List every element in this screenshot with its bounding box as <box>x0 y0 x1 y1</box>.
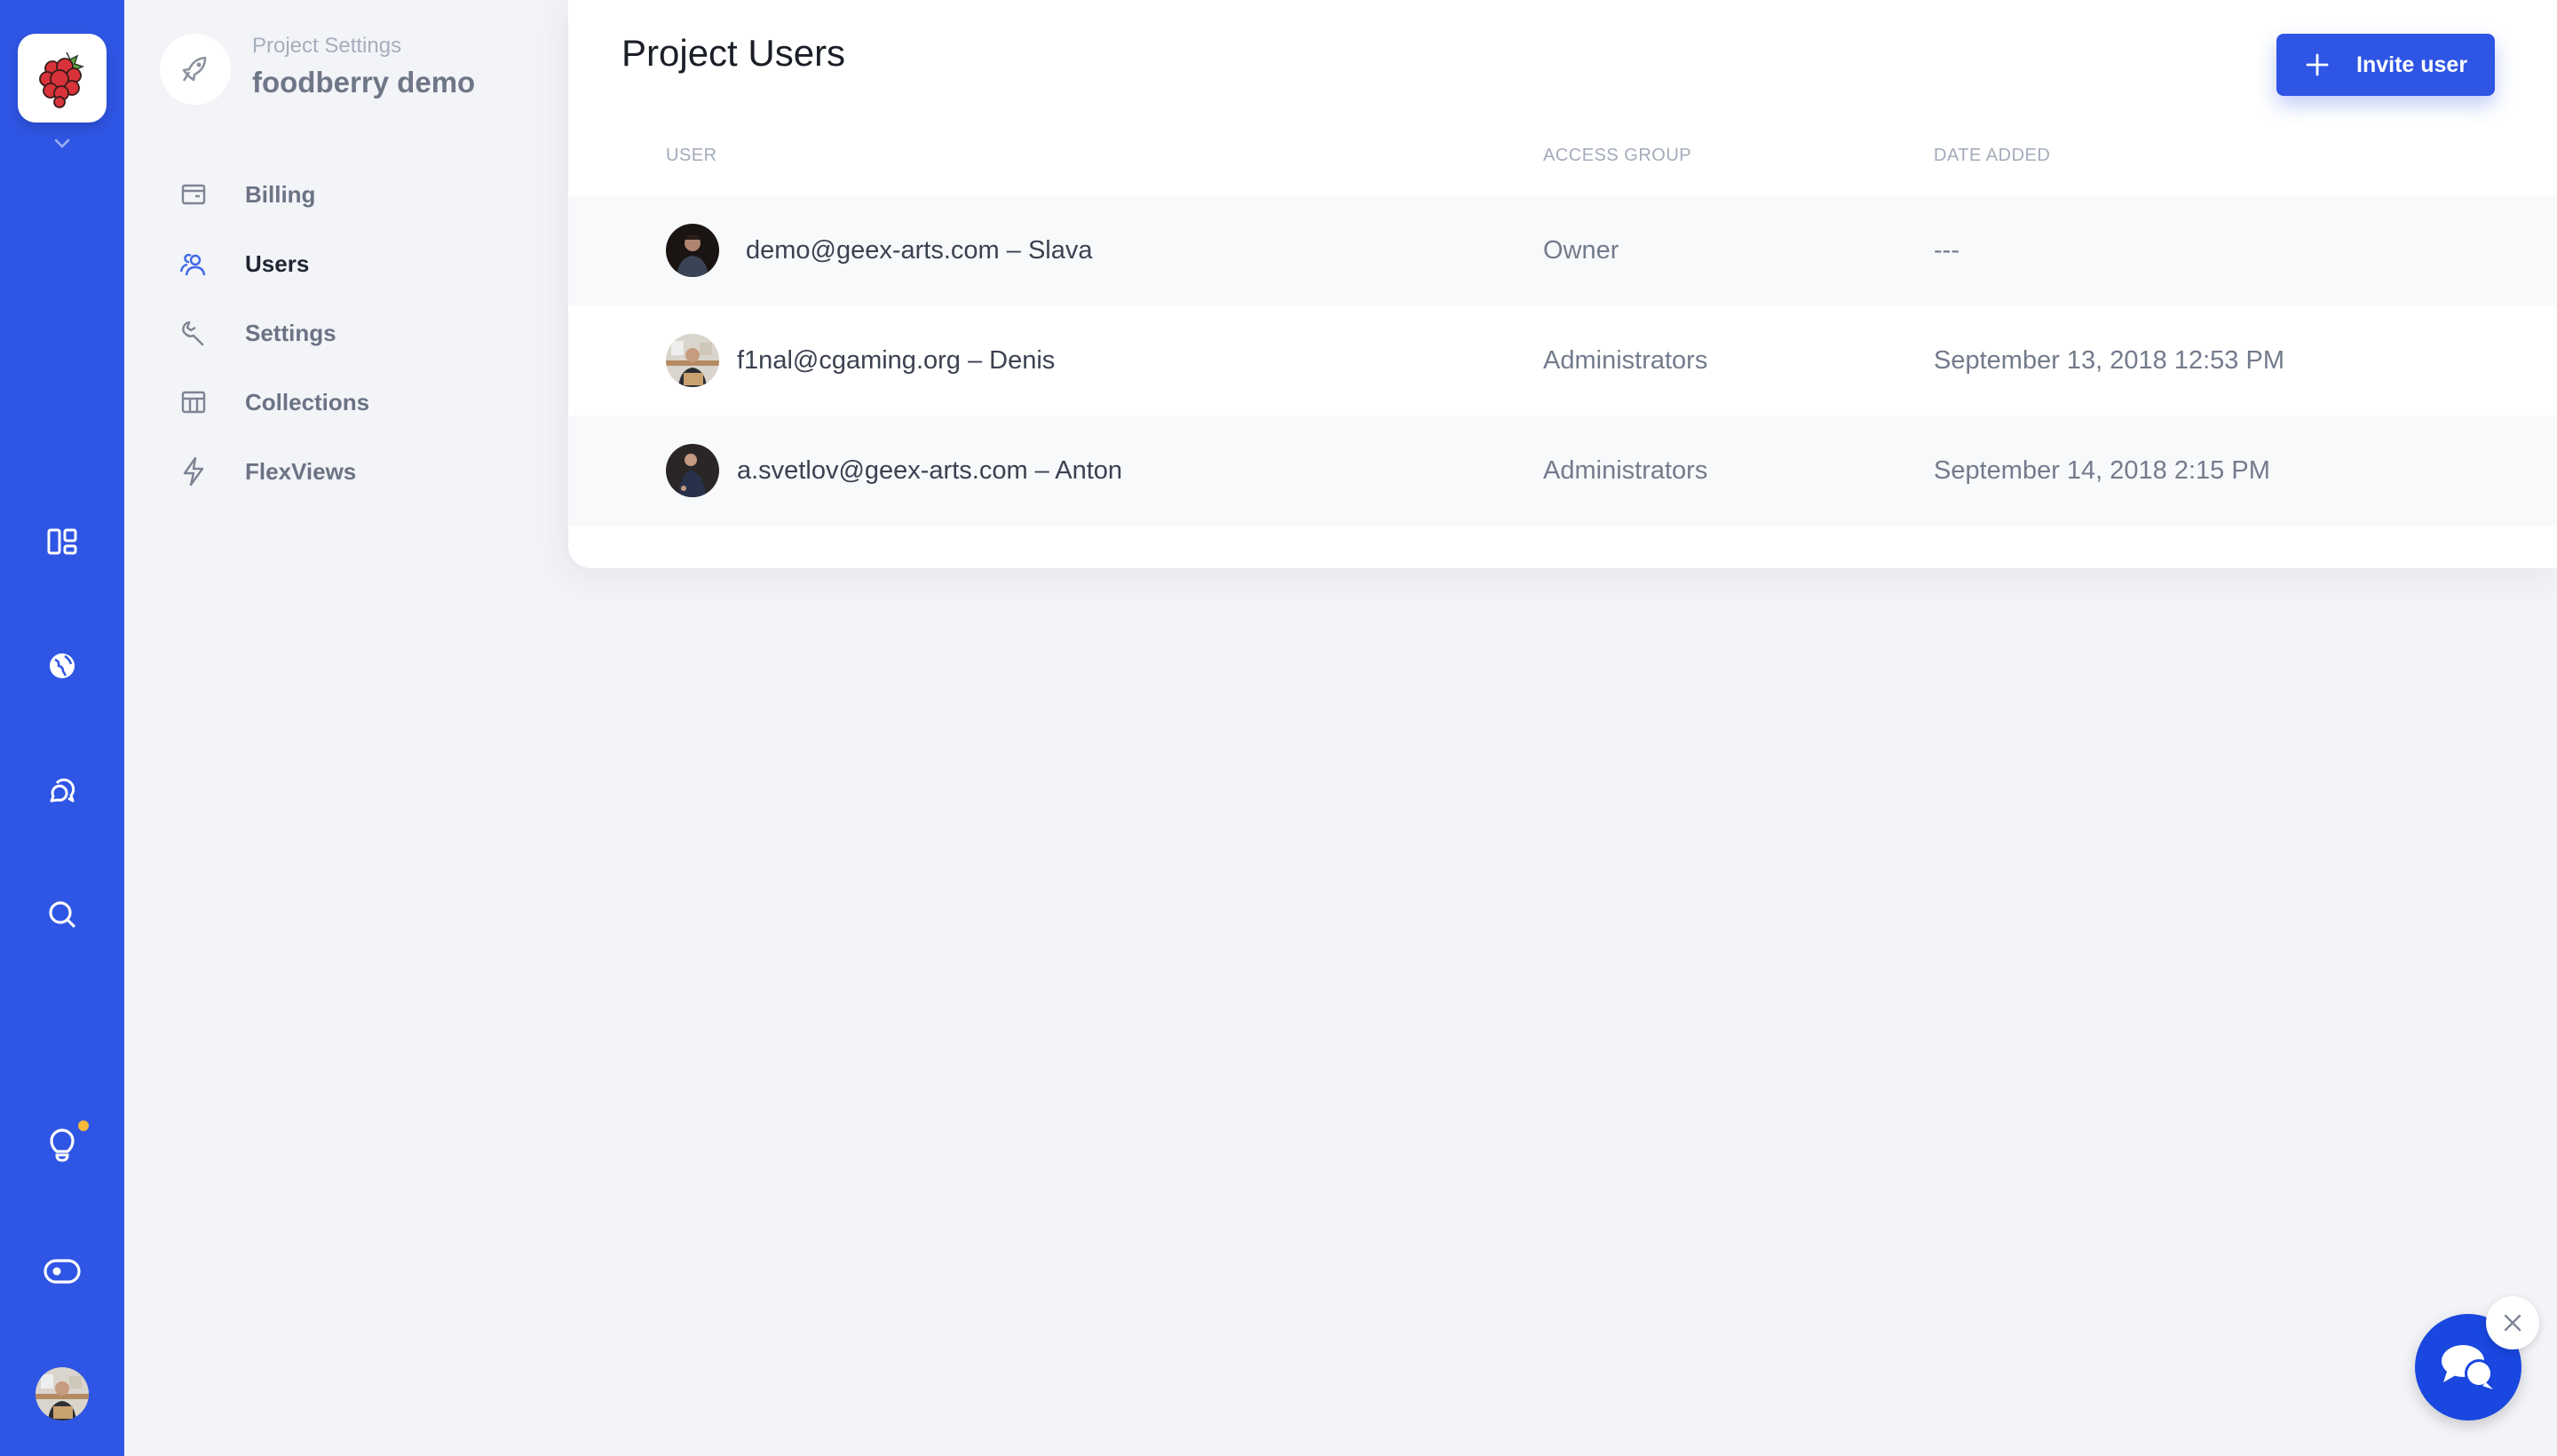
table-row[interactable]: a.svetlov@geex-arts.com – Anton Administ… <box>568 415 2557 526</box>
nav-label: Collections <box>245 388 370 415</box>
current-user-avatar[interactable] <box>36 1367 89 1420</box>
user-avatar <box>666 224 719 277</box>
chat-close-button[interactable] <box>2486 1296 2539 1349</box>
table-icon <box>178 386 210 418</box>
user-email: demo@geex-arts.com – Slava <box>746 235 1093 265</box>
nav-item-settings[interactable]: Settings <box>124 298 568 368</box>
toggle-icon[interactable] <box>41 1250 83 1293</box>
globe-icon[interactable] <box>41 645 83 687</box>
nav-item-collections[interactable]: Collections <box>124 368 568 437</box>
rocket-icon <box>182 56 207 82</box>
column-header-user[interactable]: USER <box>666 146 717 166</box>
dashboard-icon[interactable] <box>41 520 83 563</box>
nav-item-users[interactable]: Users <box>124 229 568 298</box>
settings-nav: Billing Users Settings Collections FlexV… <box>124 160 568 506</box>
invite-user-label: Invite user <box>2356 51 2468 77</box>
close-icon <box>2504 1314 2521 1332</box>
date-added: September 14, 2018 2:15 PM <box>1934 455 2270 485</box>
project-name: foodberry demo <box>252 66 476 99</box>
nav-item-billing[interactable]: Billing <box>124 160 568 229</box>
user-email: f1nal@cgaming.org – Denis <box>737 345 1056 375</box>
plus-icon <box>2306 53 2329 76</box>
column-header-date-added[interactable]: DATE ADDED <box>1934 146 2050 166</box>
nav-label: Billing <box>245 180 316 208</box>
date-added: --- <box>1934 235 1959 265</box>
app-logo[interactable] <box>18 34 107 123</box>
access-group: Administrators <box>1543 345 1708 375</box>
left-rail <box>0 0 124 1456</box>
notification-dot <box>78 1120 89 1131</box>
user-email: a.svetlov@geex-arts.com – Anton <box>737 455 1123 485</box>
table-row[interactable]: f1nal@cgaming.org – Denis Administrators… <box>568 305 2557 415</box>
date-added: September 13, 2018 12:53 PM <box>1934 345 2284 375</box>
project-switcher-chevron-icon[interactable] <box>50 133 75 154</box>
search-icon[interactable] <box>41 893 83 936</box>
users-icon <box>178 248 210 280</box>
billing-icon <box>178 178 210 210</box>
page-title: Project Users <box>621 32 846 74</box>
table-row[interactable]: demo@geex-arts.com – Slava Owner --- <box>568 195 2557 305</box>
lightbulb-icon[interactable] <box>41 1124 83 1167</box>
raspberry-logo-icon <box>39 51 85 108</box>
user-avatar <box>666 334 719 387</box>
nav-item-flexviews[interactable]: FlexViews <box>124 437 568 506</box>
chat-icon <box>2442 1345 2493 1389</box>
wrench-icon <box>178 317 210 349</box>
invite-user-button[interactable]: Invite user <box>2276 34 2495 96</box>
chat-bubbles-icon[interactable] <box>41 769 83 811</box>
project-settings-panel: Project Settings foodberry demo Billing … <box>124 0 568 1456</box>
project-badge <box>160 34 231 105</box>
nav-label: Settings <box>245 319 336 346</box>
project-users-card: Project Users Invite user USER ACCESS GR… <box>568 0 2557 568</box>
table-header: USER ACCESS GROUP DATE ADDED <box>568 140 2557 194</box>
lightning-icon <box>178 455 210 487</box>
project-settings-kicker: Project Settings <box>252 34 402 58</box>
user-avatar <box>666 444 719 497</box>
access-group: Owner <box>1543 235 1619 265</box>
column-header-access-group[interactable]: ACCESS GROUP <box>1543 146 1691 166</box>
access-group: Administrators <box>1543 455 1708 485</box>
nav-label: FlexViews <box>245 457 357 485</box>
nav-label: Users <box>245 249 310 277</box>
